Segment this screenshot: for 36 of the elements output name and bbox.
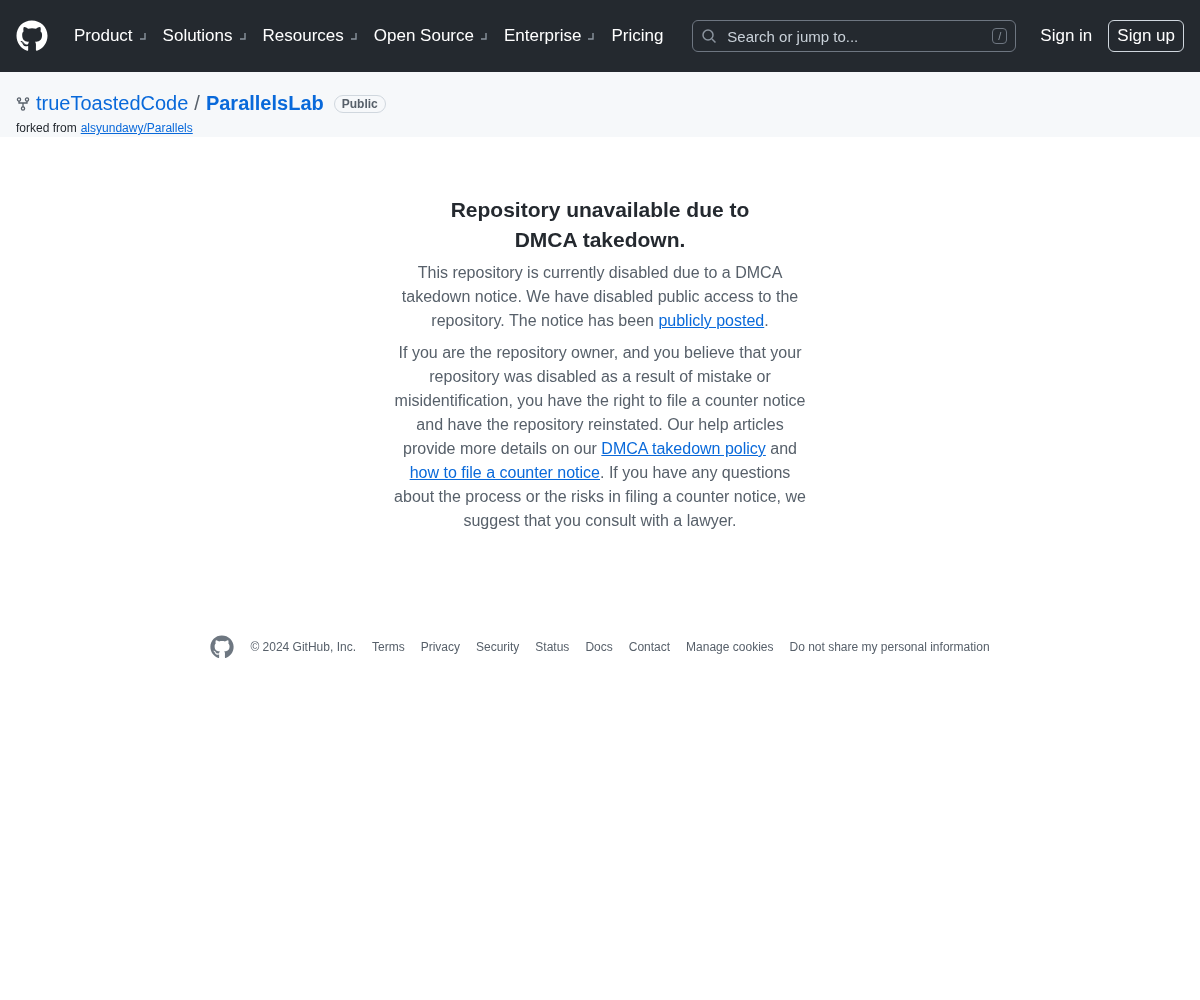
sign-up-button[interactable]: Sign up [1108, 20, 1184, 52]
path-separator: / [194, 92, 200, 115]
footer-link[interactable]: Terms [371, 640, 405, 654]
nav-item[interactable]: Resources [254, 26, 366, 46]
nav-item[interactable]: Product [66, 26, 155, 46]
repo-name-link[interactable]: ParallelsLab [205, 92, 324, 115]
copyright-text: © 2024 GitHub, Inc. [250, 640, 356, 654]
notice-link[interactable]: publicly posted [658, 312, 765, 329]
search-input[interactable]: Search or jump to... [725, 26, 985, 46]
notice-paragraph: This repository is currently disabled due to a DMCA takedown notice. We have disabled public access to the repository. The notice has been publicly posted. [400, 263, 800, 331]
nav-item[interactable]: Enterprise [496, 26, 604, 46]
footer-link[interactable]: Privacy [420, 640, 460, 654]
shortcut-key: / [992, 28, 1008, 44]
search-icon [701, 28, 718, 44]
nav-item[interactable]: Open Source [365, 26, 496, 46]
caret-icon [478, 31, 488, 41]
nav-item[interactable]: Solutions [154, 26, 255, 46]
footer-link[interactable]: Status [535, 640, 570, 654]
repo-owner-link[interactable]: trueToastedCode [36, 92, 189, 115]
fork-icon [16, 96, 30, 111]
forked-label: forked from [16, 121, 77, 135]
footer-link[interactable]: Do not share my personal information [789, 640, 990, 654]
search-bar[interactable]: Search or jump to... / [692, 20, 1017, 52]
notice-link[interactable]: how to file a counter notice [409, 464, 600, 481]
notice-paragraph: If you are the repository owner, and you believe that your repository was disabled as a result of mistake or misidentification, you have the right to file a counter notice and have the repository reinstated. Our help articles provide more details on our DMCA takedown policy and how to file a counter notice. If you have any questions about the process or the risks in filing a counter notice, we suggest that you consult with a lawyer. [393, 343, 807, 531]
footer-link[interactable]: Docs [585, 640, 613, 654]
nav-item[interactable]: Pricing [603, 26, 672, 46]
sign-in-link[interactable]: Sign in [1040, 26, 1093, 46]
footer-link[interactable]: Security [476, 640, 520, 654]
caret-icon [585, 31, 596, 41]
footer-link[interactable]: Manage cookies [686, 640, 774, 654]
logo-icon[interactable] [16, 20, 48, 52]
notice-title: Repository unavailable due to DMCA takedown. [449, 197, 751, 253]
footer-link[interactable]: Contact [628, 640, 671, 654]
fork-source-link[interactable]: alsyundawy/Parallels [80, 121, 193, 135]
notice-link[interactable]: DMCA takedown policy [601, 440, 766, 457]
